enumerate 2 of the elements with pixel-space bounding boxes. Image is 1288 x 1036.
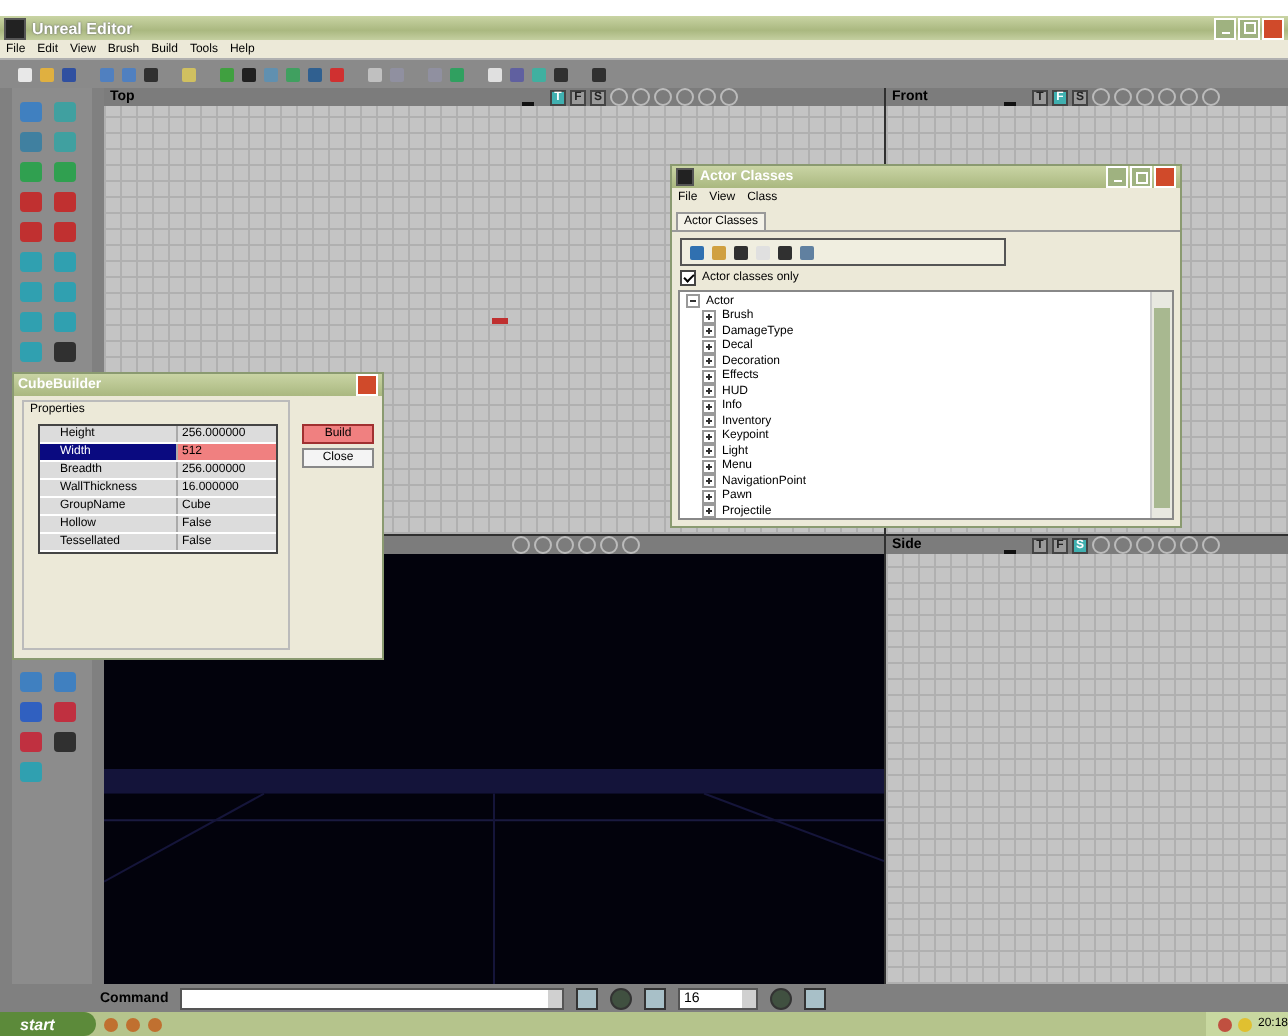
start-button[interactable]: start — [0, 1012, 96, 1036]
window-title: Unreal Editor — [32, 19, 133, 37]
